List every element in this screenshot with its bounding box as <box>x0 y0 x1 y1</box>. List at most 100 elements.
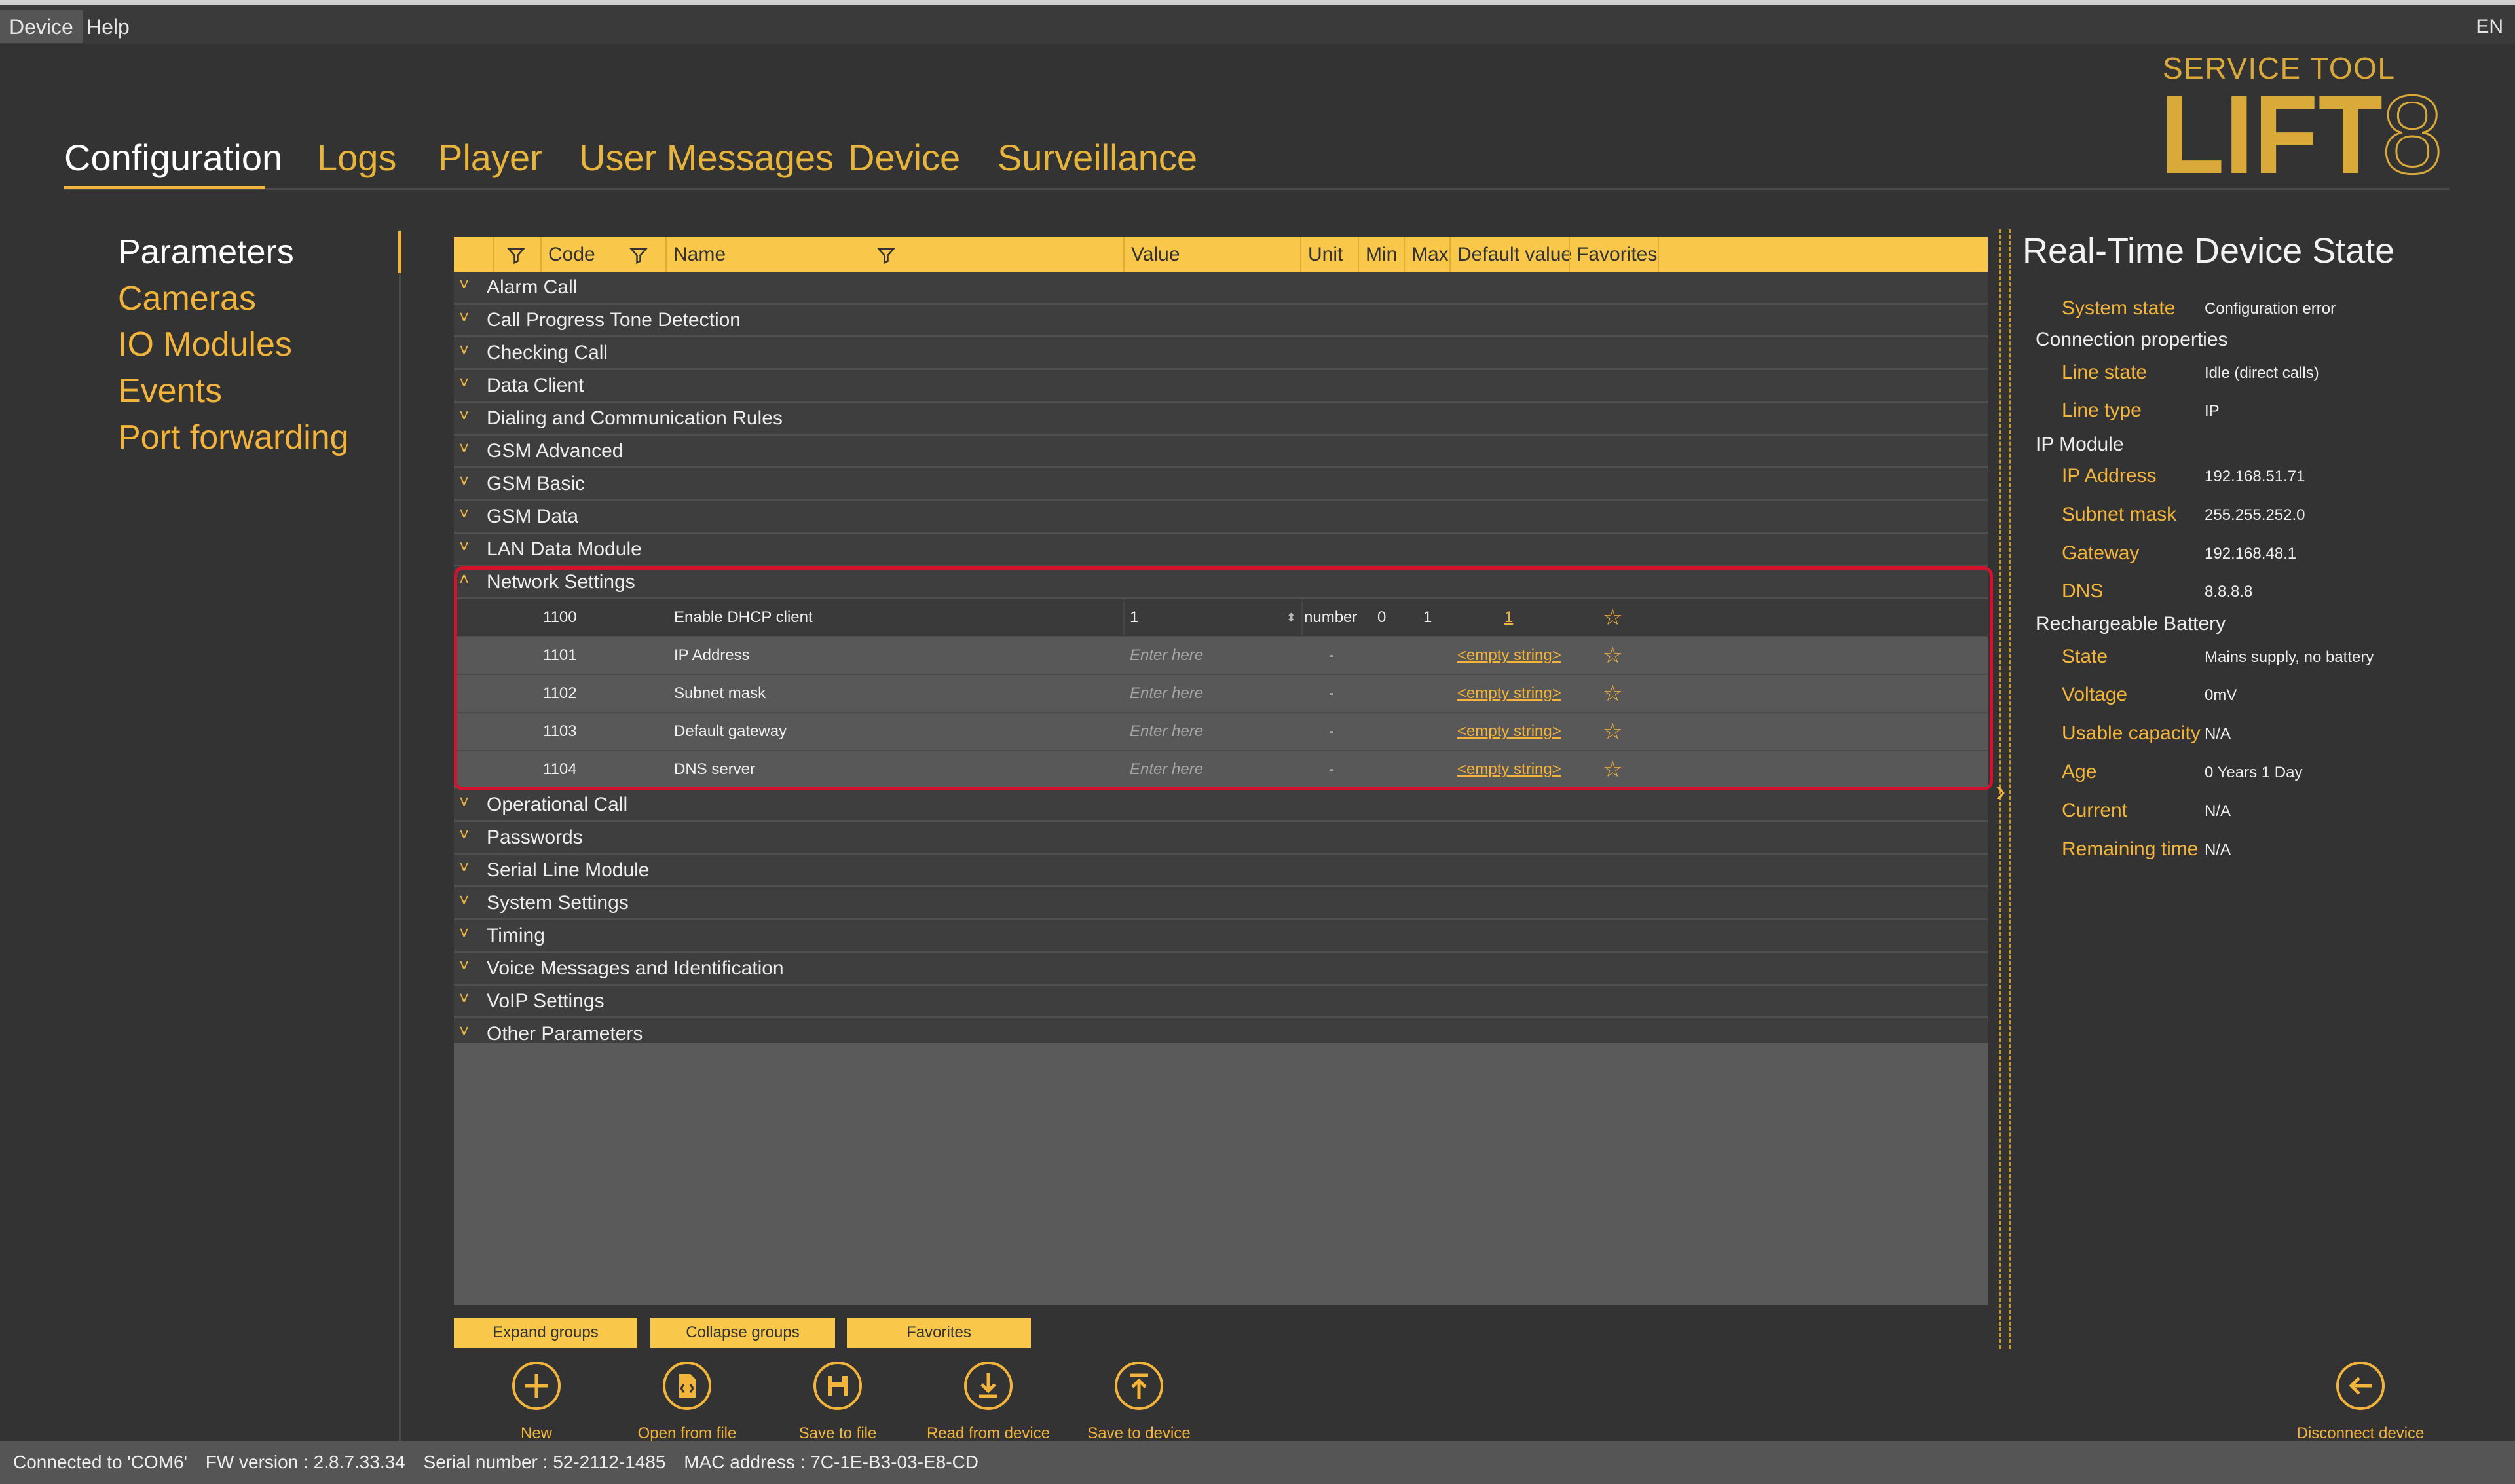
tab-user-messages[interactable]: User Messages <box>579 136 834 179</box>
chevron-down-icon: ˅ <box>459 307 470 327</box>
chevron-down-icon: ˅ <box>459 923 470 942</box>
line-type-label: Line type <box>2062 399 2142 421</box>
tab-device[interactable]: Device <box>848 136 960 179</box>
realtime-panel-title: Real-Time Device State <box>2022 231 2395 270</box>
battery-heading: Rechargeable Battery <box>2036 613 2226 635</box>
tab-logs[interactable]: Logs <box>317 136 396 179</box>
group-voice-messages[interactable]: ˅ Voice Messages and Identification <box>454 953 1988 986</box>
group-gsm-advanced[interactable]: ˅ GSM Advanced <box>454 436 1988 468</box>
table-header: Code Name Value Unit Min Max Default val… <box>454 237 1988 272</box>
expand-groups-button[interactable]: Expand groups <box>454 1318 637 1348</box>
mac-address: MAC address : 7C-1E-B3-03-E8-CD <box>684 1452 978 1472</box>
group-serial-line-module[interactable]: ˅ Serial Line Module <box>454 855 1988 887</box>
connection-status: Connected to 'COM6' <box>13 1452 187 1472</box>
menu-help[interactable]: Help <box>77 10 139 43</box>
col-unit[interactable]: Unit <box>1300 237 1358 272</box>
group-call-progress-tone-detection[interactable]: ˅ Call Progress Tone Detection <box>454 305 1988 337</box>
disconnect-device-button[interactable]: Disconnect device <box>2288 1361 2432 1443</box>
group-gsm-data[interactable]: ˅ GSM Data <box>454 501 1988 534</box>
save-to-file-button[interactable]: Save to file <box>766 1361 910 1443</box>
tab-player[interactable]: Player <box>438 136 542 179</box>
col-value[interactable]: Value <box>1123 237 1300 272</box>
sidebar-item-cameras[interactable]: Cameras <box>118 279 256 318</box>
remaining-time-label: Remaining time <box>2062 838 2199 860</box>
group-dialing-rules[interactable]: ˅ Dialing and Communication Rules <box>454 403 1988 436</box>
group-system-settings[interactable]: ˅ System Settings <box>454 887 1988 920</box>
group-timing[interactable]: ˅ Timing <box>454 920 1988 953</box>
filter-icon[interactable] <box>493 237 540 272</box>
code-filter-icon[interactable] <box>629 237 665 272</box>
chevron-down-icon: ˅ <box>459 825 470 844</box>
group-gsm-basic[interactable]: ˅ GSM Basic <box>454 468 1988 501</box>
chevron-down-icon: ˅ <box>459 471 470 491</box>
menu-device[interactable]: Device <box>0 10 83 43</box>
chevron-down-icon: ˅ <box>459 373 470 392</box>
status-bar: Connected to 'COM6' FW version : 2.8.7.3… <box>0 1441 2515 1484</box>
voltage-value: 0mV <box>2205 686 2237 704</box>
sidebar-item-parameters[interactable]: Parameters <box>118 232 294 272</box>
collapse-groups-button[interactable]: Collapse groups <box>650 1318 835 1348</box>
line-state-label: Line state <box>2062 362 2148 383</box>
group-data-client[interactable]: ˅ Data Client <box>454 370 1988 403</box>
plus-icon <box>512 1362 561 1410</box>
subnet-mask-label: Subnet mask <box>2062 504 2177 525</box>
dns-label: DNS <box>2062 580 2104 602</box>
floppy-disk-icon <box>813 1362 862 1410</box>
chevron-down-icon: ˅ <box>459 438 470 458</box>
new-button[interactable]: New <box>464 1361 608 1443</box>
file-open-icon <box>663 1362 711 1410</box>
lift8-logo: SERVICE TOOL LIFT 8 <box>2160 52 2444 183</box>
battery-state-value: Mains supply, no battery <box>2205 648 2374 666</box>
group-voip-settings[interactable]: ˅ VoIP Settings <box>454 986 1988 1018</box>
header-divider <box>64 188 2450 190</box>
tab-configuration[interactable]: Configuration <box>64 136 282 179</box>
current-label: Current <box>2062 800 2128 821</box>
tab-surveillance[interactable]: Surveillance <box>997 136 1197 179</box>
col-min[interactable]: Min <box>1358 237 1404 272</box>
dns-value: 8.8.8.8 <box>2205 583 2253 601</box>
language-selector[interactable]: EN <box>2476 10 2503 43</box>
line-type-value: IP <box>2205 402 2220 420</box>
active-tab-indicator <box>64 186 265 189</box>
chevron-down-icon: ˅ <box>459 1021 470 1041</box>
col-max[interactable]: Max <box>1404 237 1449 272</box>
voltage-label: Voltage <box>2062 684 2128 705</box>
open-from-file-button[interactable]: Open from file <box>615 1361 759 1443</box>
sidebar-item-io-modules[interactable]: IO Modules <box>118 325 292 364</box>
chevron-down-icon: ˅ <box>459 988 470 1008</box>
name-filter-icon[interactable] <box>876 237 904 272</box>
ip-address-label: IP Address <box>2062 465 2157 487</box>
ip-address-value: 192.168.51.71 <box>2205 468 2305 485</box>
sidebar-item-events[interactable]: Events <box>118 371 222 411</box>
gateway-label: Gateway <box>2062 542 2140 564</box>
col-name[interactable]: Name <box>665 237 876 272</box>
current-value: N/A <box>2205 802 2231 820</box>
fw-version: FW version : 2.8.7.33.34 <box>205 1452 405 1472</box>
chevron-down-icon: ˅ <box>459 405 470 425</box>
network-settings-highlight <box>454 566 1993 790</box>
ip-module-heading: IP Module <box>2036 434 2124 455</box>
group-lan-data-module[interactable]: ˅ LAN Data Module <box>454 534 1988 566</box>
read-from-device-button[interactable]: Read from device <box>916 1361 1060 1443</box>
download-icon <box>964 1362 1013 1410</box>
col-favorites[interactable]: Favorites <box>1569 237 1659 272</box>
group-operational-call[interactable]: ˅ Operational Call <box>454 789 1988 822</box>
menu-bar: Device Help EN <box>0 5 2515 44</box>
chevron-down-icon: ˅ <box>459 857 470 877</box>
sidebar-item-port-forwarding[interactable]: Port forwarding <box>118 418 349 457</box>
col-code[interactable]: Code <box>540 237 629 272</box>
favorites-button[interactable]: Favorites <box>847 1318 1031 1348</box>
chevron-right-icon[interactable]: › <box>1996 773 2005 808</box>
sidebar-divider <box>399 229 401 1447</box>
title-strip <box>0 0 2515 5</box>
chevron-down-icon: ˅ <box>459 890 470 910</box>
table-empty-area <box>454 1043 1988 1305</box>
save-to-device-button[interactable]: Save to device <box>1067 1361 1211 1443</box>
arrow-left-icon <box>2336 1362 2385 1410</box>
system-state-value: Configuration error <box>2205 300 2336 318</box>
group-passwords[interactable]: ˅ Passwords <box>454 822 1988 855</box>
group-checking-call[interactable]: ˅ Checking Call <box>454 337 1988 370</box>
group-alarm-call[interactable]: ˅ Alarm Call <box>454 272 1988 305</box>
col-default-value[interactable]: Default value <box>1449 237 1572 272</box>
svg-text:LIFT: LIFT <box>2160 73 2383 183</box>
